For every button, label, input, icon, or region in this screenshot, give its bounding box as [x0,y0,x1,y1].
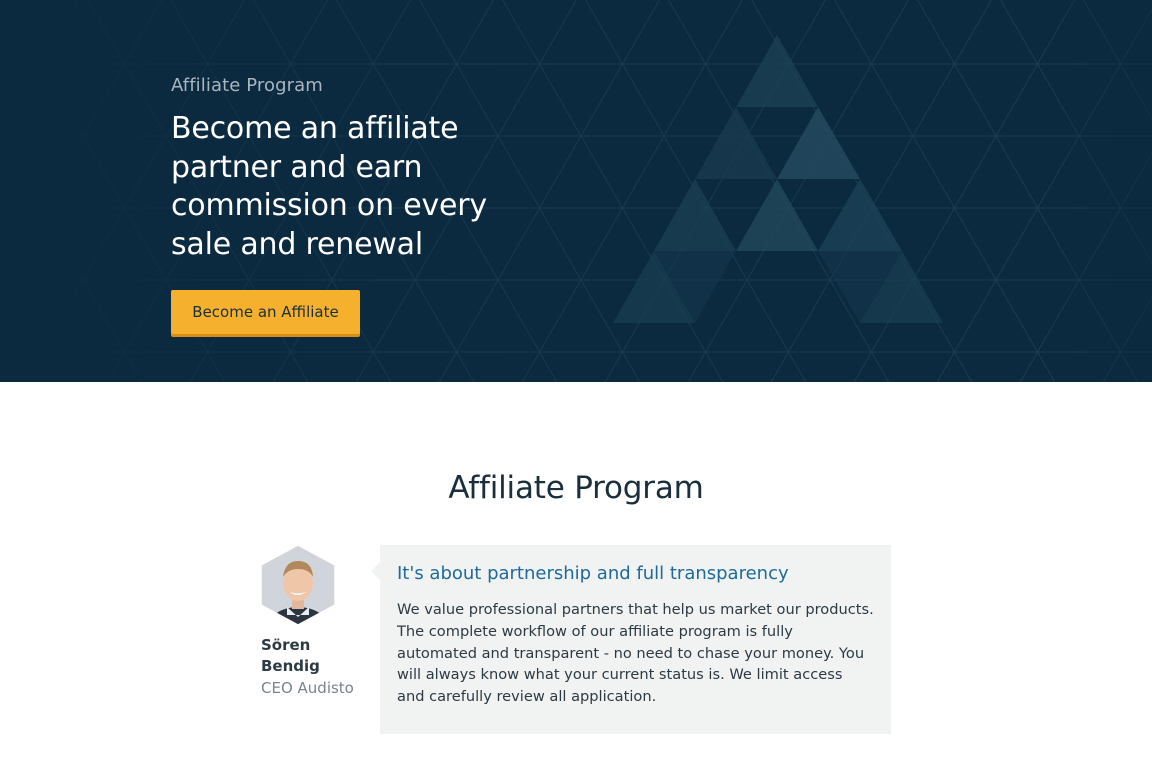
hero-banner: Affiliate Program Become an affiliate pa… [0,0,1152,382]
quote-heading: It's about partnership and full transpar… [397,563,789,584]
author-name: Sören Bendig [261,636,320,675]
audisto-a-logo-icon [613,35,943,323]
section-title: Affiliate Program [448,470,704,506]
quote-text: We value professional partners that help… [397,601,874,706]
testimonial-author: Sören Bendig CEO Audisto [261,545,371,699]
hero-text-block: Affiliate Program Become an affiliate pa… [171,72,551,264]
author-role: CEO Audisto [261,679,354,697]
speech-pointer [371,562,380,580]
testimonial-quote-box: It's about partnership and full transpar… [371,545,891,734]
hero-eyebrow: Affiliate Program [171,75,323,96]
avatar [261,545,335,625]
become-affiliate-button[interactable]: Become an Affiliate [171,290,360,334]
hero-title: Become an affiliate partner and earn com… [171,111,487,262]
